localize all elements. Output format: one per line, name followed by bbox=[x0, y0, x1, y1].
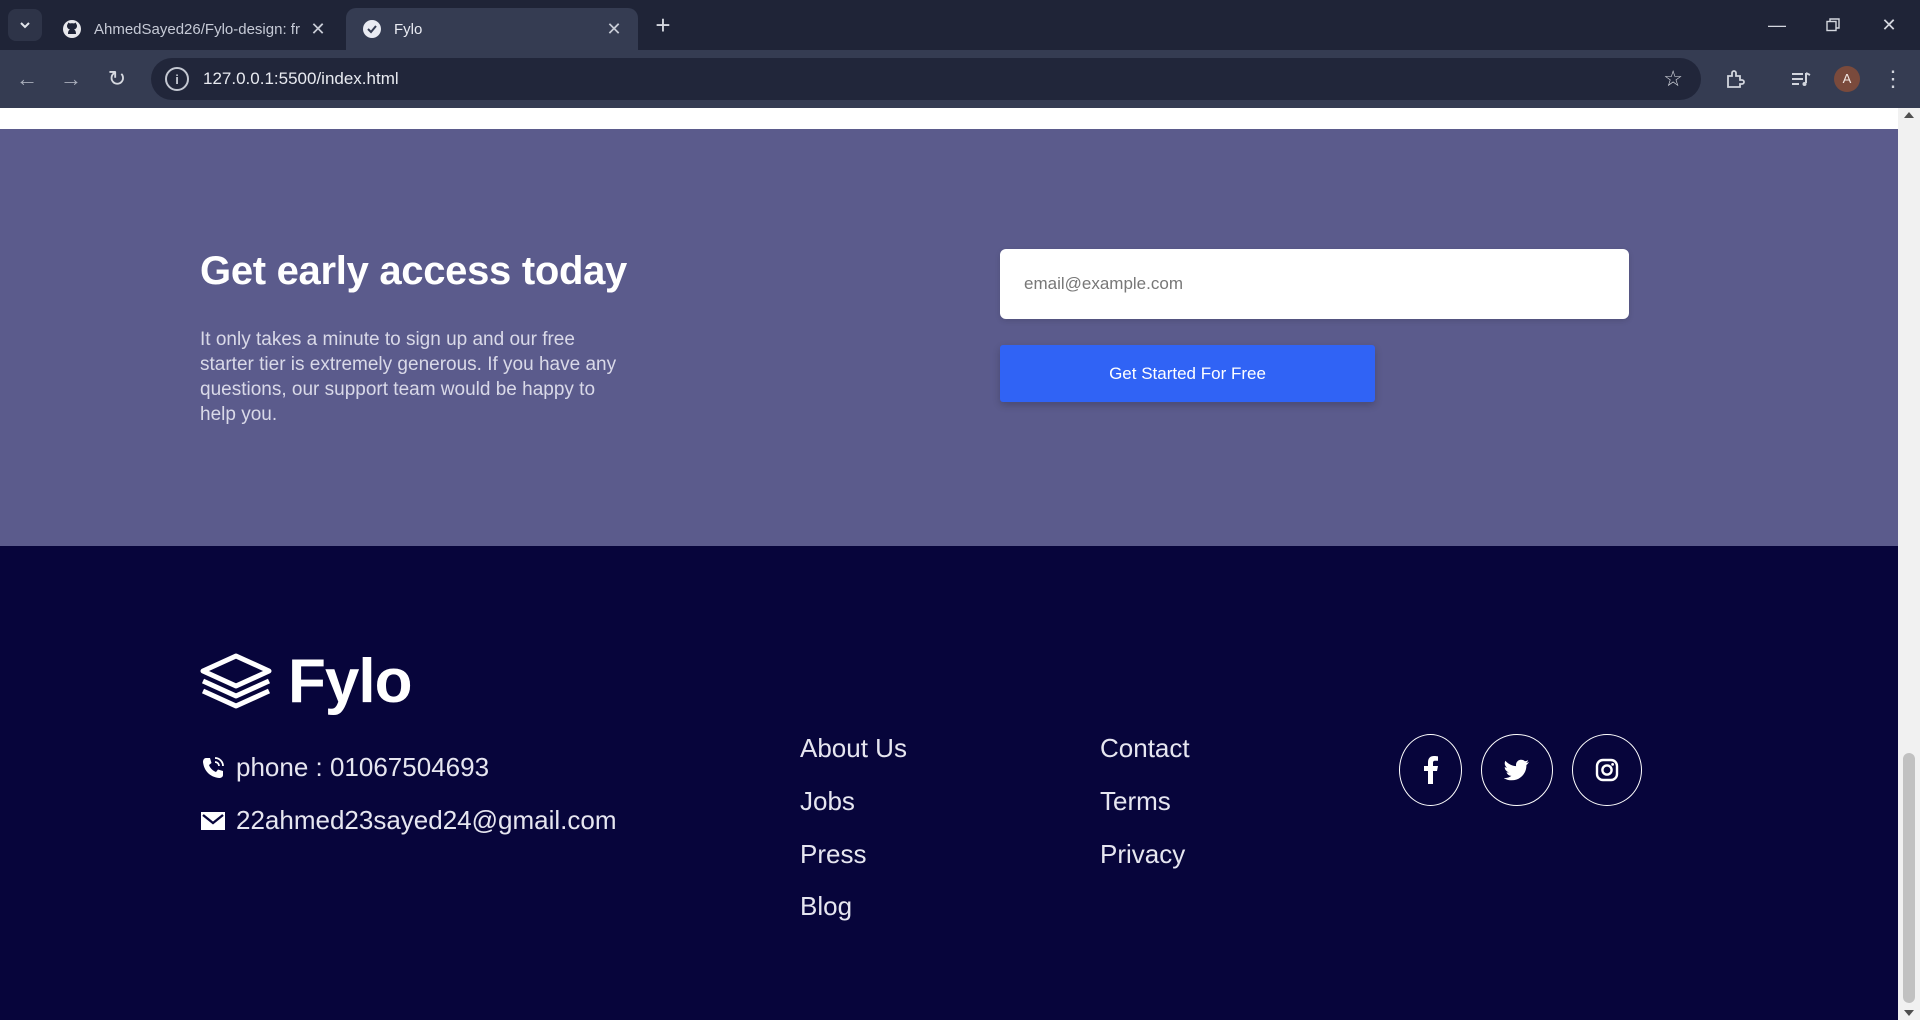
menu-kebab-icon[interactable]: ⋮ bbox=[1878, 64, 1908, 94]
phone-text: phone : 01067504693 bbox=[236, 752, 490, 782]
twitter-icon bbox=[1504, 759, 1529, 781]
extensions-icon[interactable] bbox=[1720, 64, 1750, 94]
site-info-icon[interactable]: i bbox=[165, 67, 189, 91]
chevron-down-icon bbox=[20, 22, 30, 29]
early-access-description: It only takes a minute to sign up and ou… bbox=[200, 329, 617, 425]
facebook-icon bbox=[1423, 756, 1438, 784]
scrollbar-thumb[interactable] bbox=[1903, 753, 1915, 1003]
site-footer: Fylo phone : 01067504693 22ahmed23sayed2… bbox=[0, 546, 1898, 1020]
minimize-icon[interactable]: — bbox=[1762, 12, 1792, 38]
twitter-button[interactable] bbox=[1481, 734, 1553, 806]
forward-icon[interactable]: → bbox=[56, 64, 86, 94]
get-started-button[interactable]: Get Started For Free bbox=[1000, 345, 1375, 402]
scroll-up-arrow-icon[interactable] bbox=[1904, 112, 1914, 118]
footer-link-terms[interactable]: Terms bbox=[1100, 786, 1171, 817]
mail-icon bbox=[200, 808, 226, 834]
address-bar[interactable]: i 127.0.0.1:5500/index.html ☆ bbox=[151, 58, 1701, 100]
tab-title: AhmedSayed26/Fylo-design: fr bbox=[94, 20, 300, 38]
tab-title: Fylo bbox=[394, 20, 423, 38]
footer-link-jobs[interactable]: Jobs bbox=[800, 786, 855, 817]
globe-icon bbox=[362, 19, 382, 39]
footer-link-blog[interactable]: Blog bbox=[800, 891, 852, 922]
restore-icon[interactable] bbox=[1818, 12, 1848, 38]
profile-avatar[interactable]: A bbox=[1834, 66, 1860, 92]
tab-github[interactable]: AhmedSayed26/Fylo-design: fr ✕ bbox=[46, 8, 342, 50]
early-access-heading: Get early access today bbox=[200, 249, 627, 293]
phone-row: phone : 01067504693 bbox=[200, 752, 489, 783]
email-row: 22ahmed23sayed24@gmail.com bbox=[200, 805, 617, 836]
bookmark-star-icon[interactable]: ☆ bbox=[1663, 66, 1683, 92]
close-window-icon[interactable]: ✕ bbox=[1874, 12, 1904, 38]
tab-fylo[interactable]: Fylo ✕ bbox=[346, 8, 638, 50]
logo-text: Fylo bbox=[288, 647, 412, 716]
back-icon[interactable]: ← bbox=[12, 64, 42, 94]
media-control-icon[interactable] bbox=[1786, 64, 1816, 94]
email-text: 22ahmed23sayed24@gmail.com bbox=[236, 805, 617, 835]
close-icon[interactable]: ✕ bbox=[308, 19, 328, 40]
email-input[interactable] bbox=[1000, 249, 1629, 319]
url-text[interactable]: 127.0.0.1:5500/index.html bbox=[203, 69, 1663, 89]
close-icon[interactable]: ✕ bbox=[604, 19, 624, 40]
fylo-layers-icon bbox=[200, 653, 272, 708]
instagram-icon bbox=[1595, 758, 1619, 782]
browser-tab-bar: AhmedSayed26/Fylo-design: fr ✕ Fylo ✕ + … bbox=[0, 0, 1920, 50]
tab-search-button[interactable] bbox=[8, 9, 42, 41]
footer-link-privacy[interactable]: Privacy bbox=[1100, 839, 1185, 870]
reload-icon[interactable]: ↻ bbox=[102, 64, 132, 94]
footer-link-contact[interactable]: Contact bbox=[1100, 733, 1190, 764]
footer-link-press[interactable]: Press bbox=[800, 839, 866, 870]
phone-icon bbox=[200, 755, 226, 781]
facebook-button[interactable] bbox=[1399, 734, 1462, 806]
github-icon bbox=[62, 19, 82, 39]
instagram-button[interactable] bbox=[1572, 734, 1642, 806]
new-tab-button[interactable]: + bbox=[648, 10, 678, 40]
browser-toolbar: ← → ↻ i 127.0.0.1:5500/index.html ☆ ⋮ bbox=[0, 50, 1920, 108]
footer-link-about-us[interactable]: About Us bbox=[800, 733, 907, 764]
scroll-down-arrow-icon[interactable] bbox=[1904, 1010, 1914, 1016]
early-access-section: Get early access today It only takes a m… bbox=[0, 129, 1898, 546]
page-viewport: Get early access today It only takes a m… bbox=[0, 108, 1920, 1020]
fylo-logo[interactable]: Fylo bbox=[200, 646, 412, 717]
page-scrollbar[interactable] bbox=[1898, 108, 1920, 1020]
